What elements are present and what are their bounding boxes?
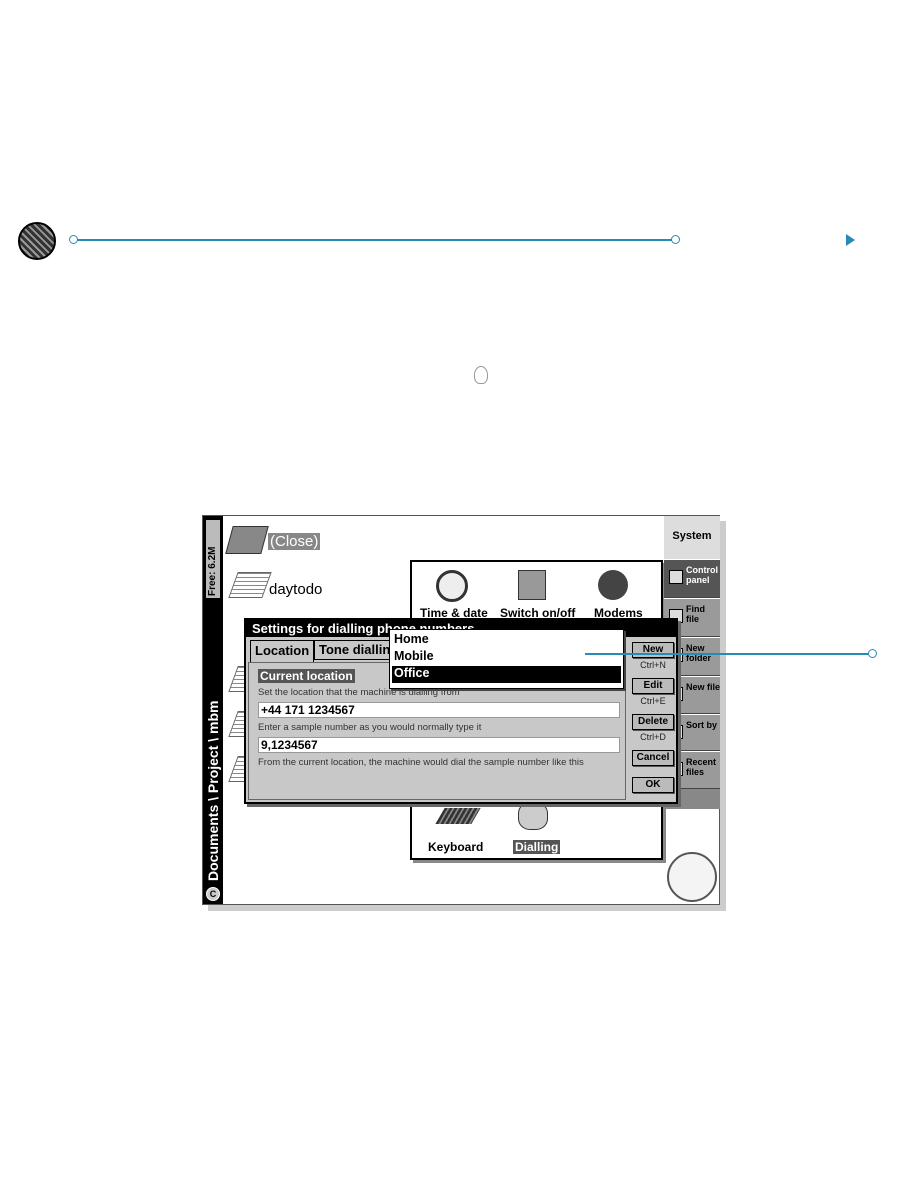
rule-end-marker xyxy=(671,235,680,244)
header-rule xyxy=(76,239,676,241)
delete-button[interactable]: Delete xyxy=(632,714,674,730)
device-screen: Free: 6.2M Documents \ Project \ mbm C (… xyxy=(202,515,720,905)
ok-button[interactable]: OK xyxy=(632,777,674,793)
callout-marker xyxy=(868,649,877,658)
location-dropdown[interactable]: Home Mobile Office xyxy=(389,629,624,689)
dropdown-option-office[interactable]: Office xyxy=(392,666,621,683)
tab-location[interactable]: Location xyxy=(250,640,315,662)
dialling-label[interactable]: Dialling xyxy=(513,840,561,854)
dialling-icon[interactable] xyxy=(518,802,548,830)
keyboard-icon[interactable] xyxy=(435,808,481,824)
folder-path[interactable]: Documents \ Project \ mbm xyxy=(204,701,222,881)
dropdown-option-home[interactable]: Home xyxy=(392,632,621,649)
modems-icon[interactable] xyxy=(598,570,628,600)
sample-number-field[interactable]: 9,1234567 xyxy=(258,737,620,753)
sample-label: Enter a sample number as you would norma… xyxy=(258,722,482,733)
next-page-icon[interactable] xyxy=(846,234,855,246)
clock-icon xyxy=(667,852,717,902)
keyboard-label[interactable]: Keyboard xyxy=(428,840,483,854)
rule-start-marker xyxy=(69,235,78,244)
drive-icon[interactable]: C xyxy=(206,887,220,901)
time-date-icon[interactable] xyxy=(436,570,468,602)
current-location-label: Current location xyxy=(258,669,355,683)
delete-shortcut: Ctrl+D xyxy=(640,732,666,742)
close-folder-item[interactable]: (Close) xyxy=(268,533,321,550)
folder-icon xyxy=(225,526,269,554)
file-icon xyxy=(228,572,272,598)
new-shortcut: Ctrl+N xyxy=(640,660,666,670)
toolbar-title: System xyxy=(664,516,720,559)
file-item-daytodo[interactable]: daytodo xyxy=(269,581,322,598)
dropdown-option-mobile[interactable]: Mobile xyxy=(392,649,621,666)
switch-icon[interactable] xyxy=(518,570,546,600)
result-label: From the current location, the machine w… xyxy=(258,757,584,768)
logo-icon xyxy=(18,222,56,260)
callout-line xyxy=(585,653,870,655)
edit-button[interactable]: Edit xyxy=(632,678,674,694)
control-panel-button[interactable]: Control panel xyxy=(664,559,720,598)
free-space: Free: 6.2M xyxy=(207,546,218,596)
lightbulb-icon xyxy=(474,366,488,384)
control-panel-icon xyxy=(669,570,683,584)
tab-tone-dialling[interactable]: Tone dialling xyxy=(314,640,390,660)
location-field[interactable]: +44 171 1234567 xyxy=(258,702,620,718)
cancel-button[interactable]: Cancel xyxy=(632,750,674,766)
new-button[interactable]: New xyxy=(632,642,674,658)
status-bar: Free: 6.2M Documents \ Project \ mbm C xyxy=(203,516,223,904)
edit-shortcut: Ctrl+E xyxy=(640,696,666,706)
